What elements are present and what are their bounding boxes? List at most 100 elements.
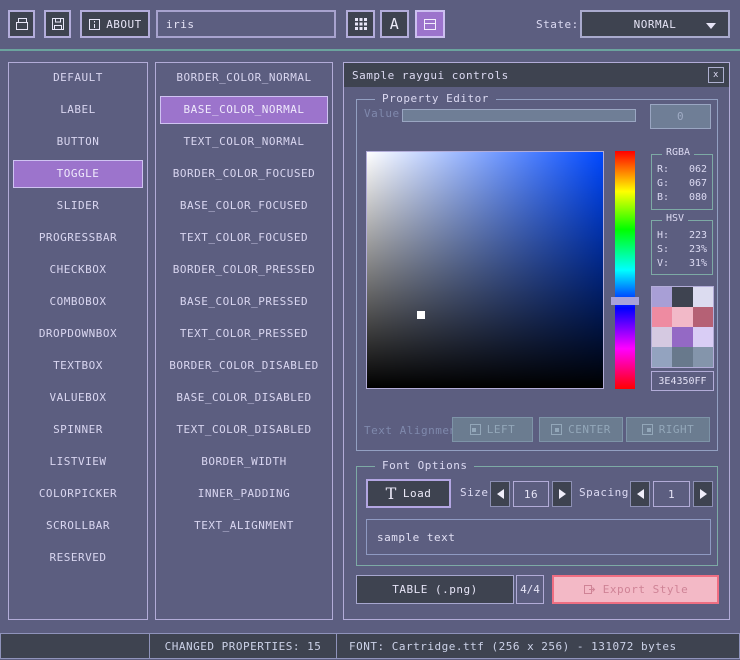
window-icon (422, 17, 438, 32)
load-font-button[interactable]: T Load (366, 479, 451, 508)
list-item[interactable]: SPINNER (13, 416, 143, 444)
export-style-button[interactable]: Export Style (552, 575, 719, 604)
list-item[interactable]: INNER_PADDING (160, 480, 328, 508)
statusbar-empty-cell (0, 633, 150, 659)
align-right-icon (642, 424, 653, 435)
palette-swatch[interactable] (693, 327, 713, 347)
list-item[interactable]: RESERVED (13, 544, 143, 572)
list-item[interactable]: LABEL (13, 96, 143, 124)
list-item[interactable]: TEXT_COLOR_NORMAL (160, 128, 328, 156)
list-item[interactable]: DROPDOWNBOX (13, 320, 143, 348)
about-label: ABOUT (106, 18, 142, 31)
hex-value-box[interactable]: 3E4350FF (651, 371, 714, 391)
statusbar-changed-properties: CHANGED PROPERTIES: 15 (149, 633, 337, 659)
align-left-button[interactable]: LEFT (452, 417, 533, 442)
list-item[interactable]: TEXT_COLOR_PRESSED (160, 320, 328, 348)
palette-swatch[interactable] (652, 287, 672, 307)
list-item[interactable]: COLORPICKER (13, 480, 143, 508)
toolbar-separator (0, 49, 740, 51)
text-alignment-label: Text Alignmen (364, 424, 453, 437)
palette-swatch[interactable] (652, 327, 672, 347)
state-label: State: (536, 18, 579, 31)
sample-text-input[interactable]: sample text (366, 519, 711, 555)
size-value-box[interactable]: 16 (513, 481, 549, 507)
state-value: NORMAL (634, 18, 677, 31)
close-icon: x (713, 70, 719, 80)
palette-swatch[interactable] (693, 347, 713, 367)
palette-swatch[interactable] (672, 287, 692, 307)
list-item[interactable]: TEXTBOX (13, 352, 143, 380)
list-item[interactable]: TEXT_ALIGNMENT (160, 512, 328, 540)
list-item[interactable]: BASE_COLOR_NORMAL (160, 96, 328, 124)
grid-view-button[interactable] (346, 10, 375, 38)
color-picker-panel[interactable] (366, 151, 604, 389)
value-label: Value: (364, 107, 407, 120)
palette-swatch[interactable] (693, 287, 713, 307)
export-icon (583, 583, 596, 596)
size-increase-button[interactable] (552, 481, 572, 507)
list-item[interactable]: BASE_COLOR_FOCUSED (160, 192, 328, 220)
list-item[interactable]: SCROLLBAR (13, 512, 143, 540)
hsv-title: HSV (662, 213, 688, 224)
hue-slider-handle[interactable] (611, 297, 639, 305)
list-item[interactable]: BASE_COLOR_DISABLED (160, 384, 328, 412)
window-title: Sample raygui controls (352, 69, 509, 82)
color-cursor[interactable] (417, 311, 425, 319)
list-item[interactable]: VALUEBOX (13, 384, 143, 412)
align-center-button[interactable]: CENTER (539, 417, 623, 442)
load-label: Load (403, 487, 432, 500)
align-right-button[interactable]: RIGHT (626, 417, 710, 442)
list-item[interactable]: DEFAULT (13, 64, 143, 92)
list-item[interactable]: COMBOBOX (13, 288, 143, 316)
state-dropdown[interactable]: NORMAL (580, 10, 730, 38)
list-item[interactable]: PROGRESSBAR (13, 224, 143, 252)
list-item[interactable]: LISTVIEW (13, 448, 143, 476)
about-button[interactable]: ABOUT (80, 10, 150, 38)
palette-swatch[interactable] (652, 307, 672, 327)
hue-slider[interactable] (615, 151, 635, 389)
hsv-group: HSV H:223 S:23% V:31% (651, 220, 713, 275)
list-item[interactable]: TEXT_COLOR_DISABLED (160, 416, 328, 444)
hex-value: 3E4350FF (658, 376, 706, 387)
rgba-b-row: B:080 (652, 191, 712, 205)
list-item[interactable]: BORDER_COLOR_DISABLED (160, 352, 328, 380)
spacing-decrease-button[interactable] (630, 481, 650, 507)
palette-swatch[interactable] (672, 307, 692, 327)
palette-swatch[interactable] (693, 307, 713, 327)
font-view-button[interactable]: A (380, 10, 409, 38)
list-item[interactable]: BASE_COLOR_PRESSED (160, 288, 328, 316)
palette-swatch[interactable] (672, 327, 692, 347)
size-decrease-button[interactable] (490, 481, 510, 507)
spacing-value-box[interactable]: 1 (653, 481, 690, 507)
export-format-button[interactable]: TABLE (.png) (356, 575, 514, 604)
list-item[interactable]: BORDER_COLOR_FOCUSED (160, 160, 328, 188)
folder-open-icon (14, 16, 30, 32)
hsv-s-row: S:23% (652, 243, 712, 257)
rgba-group: RGBA R:062 G:067 B:080 (651, 154, 713, 210)
list-item[interactable]: BORDER_COLOR_PRESSED (160, 256, 328, 284)
list-item[interactable]: TOGGLE (13, 160, 143, 188)
close-button[interactable]: x (708, 67, 724, 83)
letter-a-icon: A (390, 15, 400, 33)
palette-swatch[interactable] (652, 347, 672, 367)
list-item[interactable]: BORDER_COLOR_NORMAL (160, 64, 328, 92)
open-style-button[interactable] (8, 10, 35, 38)
value-box[interactable]: 0 (650, 104, 711, 129)
window-view-button[interactable] (415, 10, 445, 38)
save-style-button[interactable] (44, 10, 71, 38)
window-titlebar[interactable]: Sample raygui controls (344, 63, 729, 87)
spacing-increase-button[interactable] (693, 481, 713, 507)
palette-swatch[interactable] (672, 347, 692, 367)
list-item[interactable]: BORDER_WIDTH (160, 448, 328, 476)
value-number: 0 (677, 110, 684, 123)
value-slider[interactable] (402, 109, 636, 122)
list-item[interactable]: TEXT_COLOR_FOCUSED (160, 224, 328, 252)
controls-listbox[interactable]: DEFAULT LABEL BUTTON TOGGLE SLIDER PROGRESSBA… (8, 62, 148, 620)
list-item[interactable]: BUTTON (13, 128, 143, 156)
style-name-input[interactable] (156, 10, 336, 38)
list-item[interactable]: CHECKBOX (13, 256, 143, 284)
pages-indicator[interactable]: 4/4 (516, 575, 544, 604)
rgba-title: RGBA (662, 147, 694, 158)
properties-listbox[interactable]: BORDER_COLOR_NORMAL BASE_COLOR_NORMAL TEXT… (155, 62, 333, 620)
list-item[interactable]: SLIDER (13, 192, 143, 220)
